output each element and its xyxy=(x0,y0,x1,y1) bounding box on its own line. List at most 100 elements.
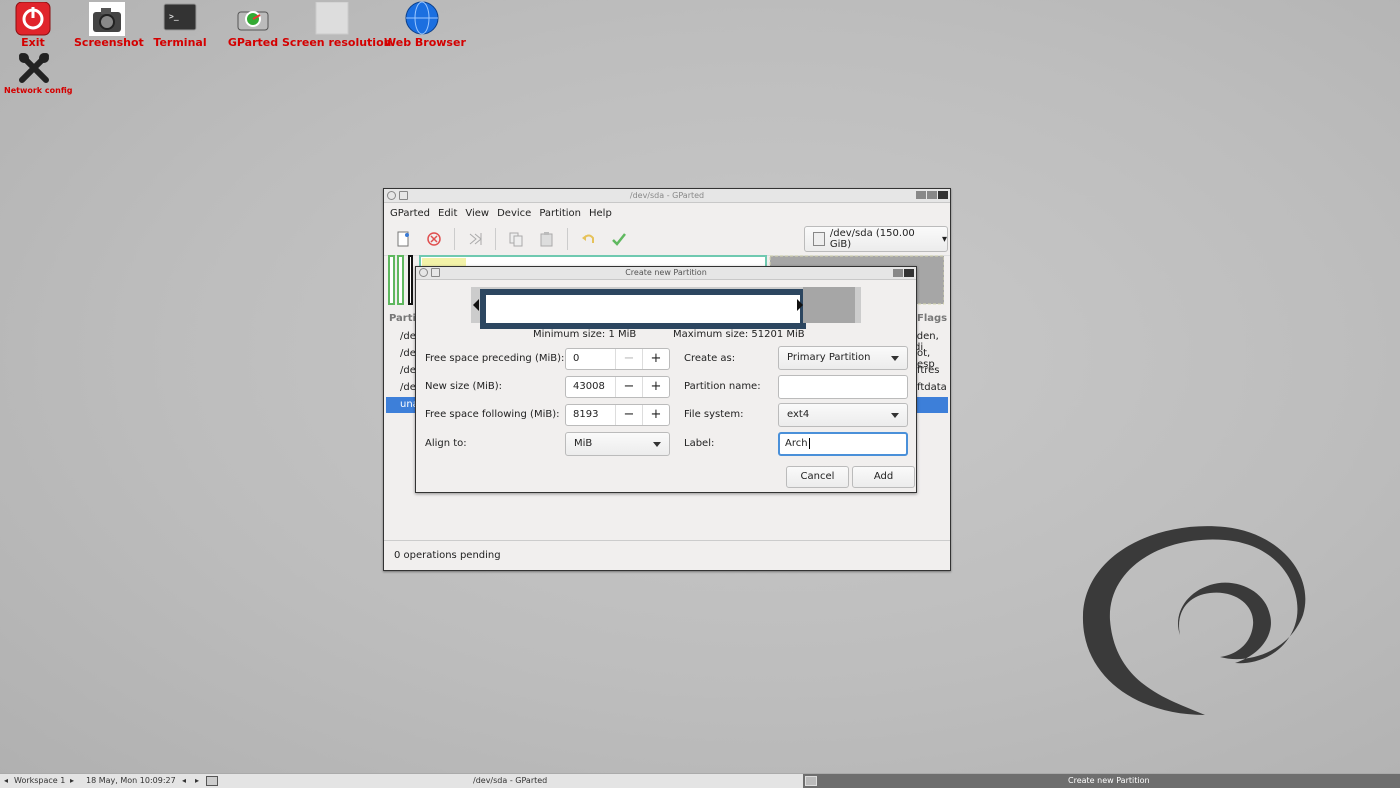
undo-button[interactable] xyxy=(577,228,599,250)
new-size-spinner[interactable]: 43008 − + xyxy=(565,376,670,398)
column-flags[interactable]: Flags xyxy=(917,313,947,324)
text-cursor xyxy=(808,438,810,449)
delete-partition-button[interactable] xyxy=(423,228,445,250)
window-icon xyxy=(431,268,440,277)
minimum-size-text: Minimum size: 1 MiB xyxy=(533,329,637,340)
partition-size-slider[interactable] xyxy=(471,287,861,329)
copy-icon xyxy=(509,232,523,247)
decrement-button[interactable]: − xyxy=(615,405,642,425)
power-icon xyxy=(15,1,51,36)
dialog-titlebar[interactable]: Create new Partition xyxy=(416,267,916,280)
left-handle-icon[interactable] xyxy=(473,299,479,311)
globe-icon xyxy=(404,0,440,36)
file-system-label: File system: xyxy=(684,409,744,420)
task-gparted[interactable]: /dev/sda - GParted xyxy=(473,774,547,787)
toolbar-separator xyxy=(454,228,455,250)
chevron-down-icon: ▾ xyxy=(941,233,947,245)
screenshot-launcher[interactable]: Screenshot xyxy=(74,2,144,49)
free-preceding-spinner[interactable]: 0 − + xyxy=(565,348,670,370)
partition-name-field[interactable] xyxy=(778,375,908,399)
new-partition-button[interactable] xyxy=(392,228,414,250)
free-following-input[interactable]: 8193 xyxy=(566,405,615,425)
task-create-partition[interactable]: Create new Partition xyxy=(803,774,1400,788)
workspace-next-arrow-icon[interactable]: ▸ xyxy=(70,774,74,787)
label-label: Label: xyxy=(684,438,715,449)
chevron-down-icon xyxy=(891,356,899,361)
partition-size-bar[interactable] xyxy=(480,289,806,329)
menu-gparted[interactable]: GParted xyxy=(388,208,436,219)
harddisk-icon xyxy=(235,2,271,36)
free-preceding-label: Free space preceding (MiB): xyxy=(425,353,565,364)
copy-button[interactable] xyxy=(505,228,527,250)
clock: 18 May, Mon 10:09:27 xyxy=(86,776,176,785)
increment-button[interactable]: + xyxy=(642,349,669,369)
free-preceding-input[interactable]: 0 xyxy=(566,349,615,369)
align-to-label: Align to: xyxy=(425,438,467,449)
menu-help[interactable]: Help xyxy=(587,208,618,219)
toolbar-separator xyxy=(567,228,568,250)
table-row[interactable]: /de xyxy=(400,331,416,342)
menu-partition[interactable]: Partition xyxy=(537,208,587,219)
svg-text:>_: >_ xyxy=(169,12,179,21)
task-prev-arrow-icon[interactable]: ◂ xyxy=(182,774,186,787)
free-following-spinner[interactable]: 8193 − + xyxy=(565,404,670,426)
screen-resolution-label: Screen resolution xyxy=(282,36,392,49)
minimize-button[interactable] xyxy=(893,269,903,277)
paste-button[interactable] xyxy=(536,228,558,250)
create-as-label: Create as: xyxy=(684,353,736,364)
new-size-input[interactable]: 43008 xyxy=(566,377,615,397)
add-button[interactable]: Add xyxy=(852,466,915,488)
toolbar-separator xyxy=(495,228,496,250)
increment-button[interactable]: + xyxy=(642,377,669,397)
column-partition[interactable]: Parti xyxy=(389,313,416,324)
window-icon xyxy=(399,191,408,200)
terminal-launcher[interactable]: >_ Terminal xyxy=(150,2,210,49)
cancel-button[interactable]: Cancel xyxy=(786,466,849,488)
monitor-icon xyxy=(314,1,350,36)
chevron-down-icon xyxy=(653,442,661,447)
right-handle-icon[interactable] xyxy=(797,299,803,311)
decrement-button[interactable]: − xyxy=(615,349,642,369)
task-next-arrow-icon[interactable]: ▸ xyxy=(195,774,199,787)
terminal-icon: >_ xyxy=(162,2,198,36)
apply-button[interactable] xyxy=(608,228,630,250)
workspace-name[interactable]: Workspace 1 xyxy=(14,774,65,787)
menu-view[interactable]: View xyxy=(463,208,495,219)
network-config-launcher[interactable]: Network config xyxy=(4,52,72,95)
table-row[interactable]: /de xyxy=(400,348,416,359)
undo-icon xyxy=(582,234,594,243)
menu-device[interactable]: Device xyxy=(495,208,537,219)
decrement-button[interactable]: − xyxy=(615,377,642,397)
file-system-value: ext4 xyxy=(787,409,810,420)
checkmark-icon xyxy=(612,233,626,246)
task-create-partition-label: Create new Partition xyxy=(1068,776,1150,785)
gparted-titlebar[interactable]: /dev/sda - GParted xyxy=(384,189,950,203)
debian-menu-icon[interactable] xyxy=(387,191,396,200)
exit-launcher[interactable]: Exit xyxy=(12,1,54,49)
gparted-launcher[interactable]: GParted xyxy=(226,2,280,49)
menubar: GParted Edit View Device Partition Help xyxy=(384,203,950,223)
screen-resolution-launcher[interactable]: Screen resolution xyxy=(282,1,392,49)
increment-button[interactable]: + xyxy=(642,405,669,425)
table-row[interactable]: /de xyxy=(400,365,416,376)
create-as-select[interactable]: Primary Partition xyxy=(778,346,908,370)
workspace-prev-arrow-icon[interactable]: ◂ xyxy=(4,774,8,787)
web-browser-launcher[interactable]: Web Browser xyxy=(384,0,466,49)
file-system-select[interactable]: ext4 xyxy=(778,403,908,427)
web-browser-label: Web Browser xyxy=(384,36,466,49)
maximize-button[interactable] xyxy=(927,191,937,199)
label-field[interactable]: Arch xyxy=(778,432,908,456)
resize-move-button[interactable] xyxy=(464,228,486,250)
align-to-select[interactable]: MiB xyxy=(565,432,670,456)
table-row[interactable]: /de xyxy=(400,382,416,393)
debian-menu-icon[interactable] xyxy=(419,268,428,277)
app-icon xyxy=(206,776,218,786)
close-button[interactable] xyxy=(938,191,948,199)
minimize-button[interactable] xyxy=(916,191,926,199)
device-selector[interactable]: /dev/sda (150.00 GiB) ▾ xyxy=(804,226,948,252)
create-as-value: Primary Partition xyxy=(787,352,871,363)
close-button[interactable] xyxy=(904,269,914,277)
menu-edit[interactable]: Edit xyxy=(436,208,463,219)
exit-label: Exit xyxy=(21,36,45,49)
device-name: /dev/sda (150.00 GiB) xyxy=(829,228,915,250)
